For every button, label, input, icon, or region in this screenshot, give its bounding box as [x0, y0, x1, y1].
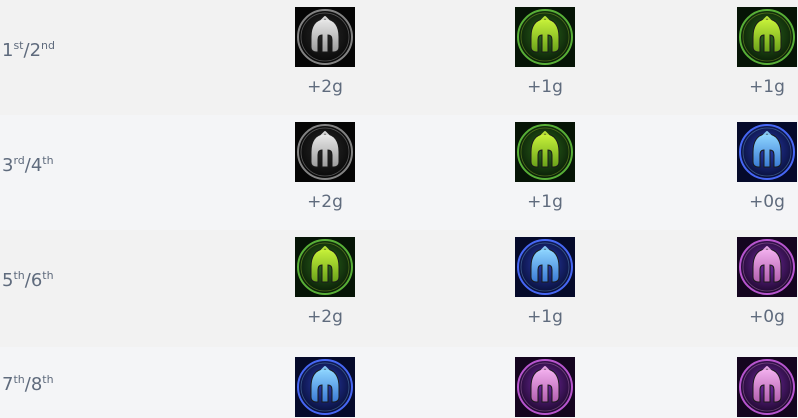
place-b-suffix: th: [42, 269, 54, 282]
augment-reward-table: 1st/2nd +2g +1g +1g 3rd/4th +2g +1g +0g …: [0, 0, 798, 418]
place-a-suffix: st: [13, 39, 24, 52]
blue-helmet-icon[interactable]: [737, 122, 797, 182]
reward-cell: +2g: [290, 237, 360, 327]
place-b: 8: [30, 374, 43, 395]
table-row: 5th/6th +2g +1g +0g: [0, 230, 798, 347]
place-a: 7: [2, 374, 14, 395]
place-b: 2: [29, 40, 42, 61]
reward-cell: +1g: [732, 7, 798, 97]
placement-label: 7th/8th: [2, 374, 54, 396]
reward-cell: +1g: [510, 237, 580, 327]
gold-value: +2g: [307, 192, 343, 212]
gold-value: +1g: [527, 192, 563, 212]
place-a-suffix: rd: [13, 154, 25, 167]
reward-cell: +2g: [290, 122, 360, 212]
place-a: 3: [2, 155, 14, 176]
reward-cell: [510, 357, 580, 417]
table-row: 3rd/4th +2g +1g +0g: [0, 115, 798, 230]
place-b: 6: [30, 270, 43, 291]
reward-cell: +0g: [732, 122, 798, 212]
green-helmet-icon[interactable]: [295, 237, 355, 297]
gold-value: +1g: [749, 77, 785, 97]
place-b-suffix: th: [42, 373, 54, 386]
reward-cell: [290, 357, 360, 417]
blue-helmet-icon[interactable]: [295, 357, 355, 417]
gold-value: +0g: [749, 192, 785, 212]
green-helmet-icon[interactable]: [515, 122, 575, 182]
green-helmet-icon[interactable]: [737, 7, 797, 67]
place-a: 1: [2, 40, 14, 61]
blue-helmet-icon[interactable]: [515, 237, 575, 297]
table-row: 1st/2nd +2g +1g +1g: [0, 0, 798, 115]
gold-value: +0g: [749, 307, 785, 327]
place-a-suffix: th: [13, 269, 25, 282]
place-b-suffix: th: [42, 154, 54, 167]
table-row: 7th/8th: [0, 347, 798, 418]
placement-label: 3rd/4th: [2, 155, 54, 177]
gold-value: +2g: [307, 77, 343, 97]
purple-helmet-icon[interactable]: [515, 357, 575, 417]
gold-value: +1g: [527, 307, 563, 327]
reward-cell: +1g: [510, 7, 580, 97]
gold-value: +2g: [307, 307, 343, 327]
place-a: 5: [2, 270, 14, 291]
reward-cell: +1g: [510, 122, 580, 212]
place-b-suffix: nd: [41, 39, 55, 52]
gold-value: +1g: [527, 77, 563, 97]
silver-helmet-icon[interactable]: [295, 122, 355, 182]
purple-helmet-icon[interactable]: [737, 357, 797, 417]
green-helmet-icon[interactable]: [515, 7, 575, 67]
reward-cell: +0g: [732, 237, 798, 327]
reward-cell: +2g: [290, 7, 360, 97]
reward-cell: [732, 357, 798, 417]
silver-helmet-icon[interactable]: [295, 7, 355, 67]
placement-label: 1st/2nd: [2, 40, 55, 62]
purple-helmet-icon[interactable]: [737, 237, 797, 297]
placement-label: 5th/6th: [2, 270, 54, 292]
place-b: 4: [30, 155, 43, 176]
place-a-suffix: th: [13, 373, 25, 386]
